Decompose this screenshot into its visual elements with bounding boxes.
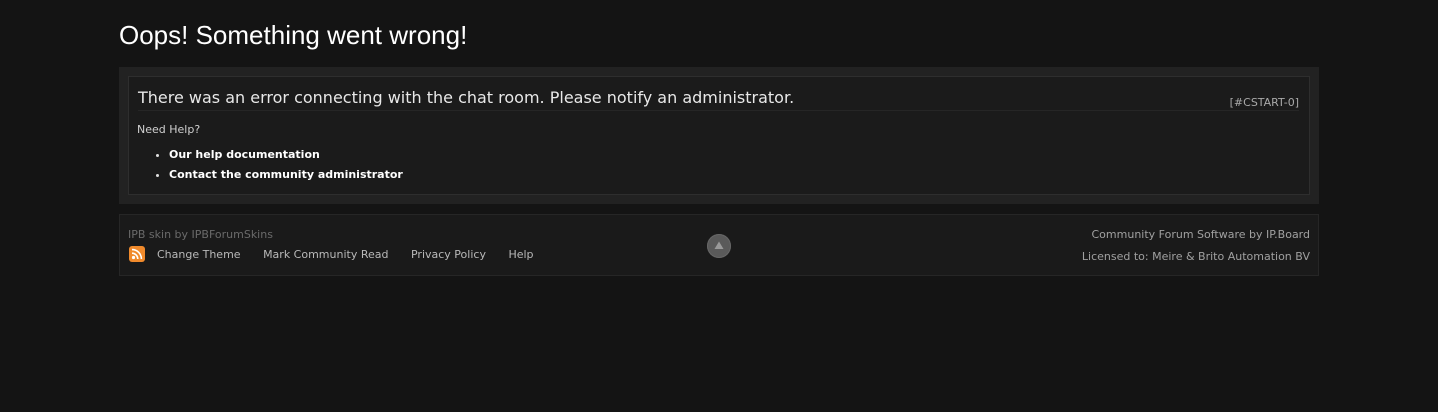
error-panel: There was an error connecting with the c… — [119, 67, 1319, 204]
need-help-label: Need Help? — [137, 123, 201, 136]
mark-community-read-link[interactable]: Mark Community Read — [263, 248, 388, 261]
error-code: [#CSTART-0] — [1229, 96, 1299, 109]
footer-links: Change Theme Mark Community Read Privacy… — [157, 248, 553, 261]
privacy-policy-link[interactable]: Privacy Policy — [411, 248, 486, 261]
contact-admin-link[interactable]: Contact the community administrator — [169, 168, 403, 181]
help-links-list: Our help documentation Contact the commu… — [153, 147, 403, 187]
list-item: Our help documentation — [169, 147, 403, 167]
footer: IPB skin by IPBForumSkins Change Theme M… — [119, 214, 1319, 276]
change-theme-link[interactable]: Change Theme — [157, 248, 241, 261]
error-message: There was an error connecting with the c… — [138, 88, 795, 107]
error-box: There was an error connecting with the c… — [128, 76, 1310, 195]
back-to-top-button[interactable] — [707, 234, 731, 258]
help-link[interactable]: Help — [508, 248, 533, 261]
arrow-up-icon — [714, 241, 724, 249]
rss-glyph — [131, 248, 143, 260]
help-documentation-link[interactable]: Our help documentation — [169, 148, 320, 161]
skin-credit: IPB skin by IPBForumSkins — [128, 228, 273, 241]
rss-feed-icon[interactable] — [129, 246, 145, 262]
list-item: Contact the community administrator — [169, 167, 403, 187]
software-credit: Community Forum Software by IP.Board — [1091, 228, 1311, 241]
page-title: Oops! Something went wrong! — [119, 20, 468, 50]
divider — [138, 110, 1299, 111]
license-text: Licensed to: Meire & Brito Automation BV — [1081, 250, 1310, 263]
